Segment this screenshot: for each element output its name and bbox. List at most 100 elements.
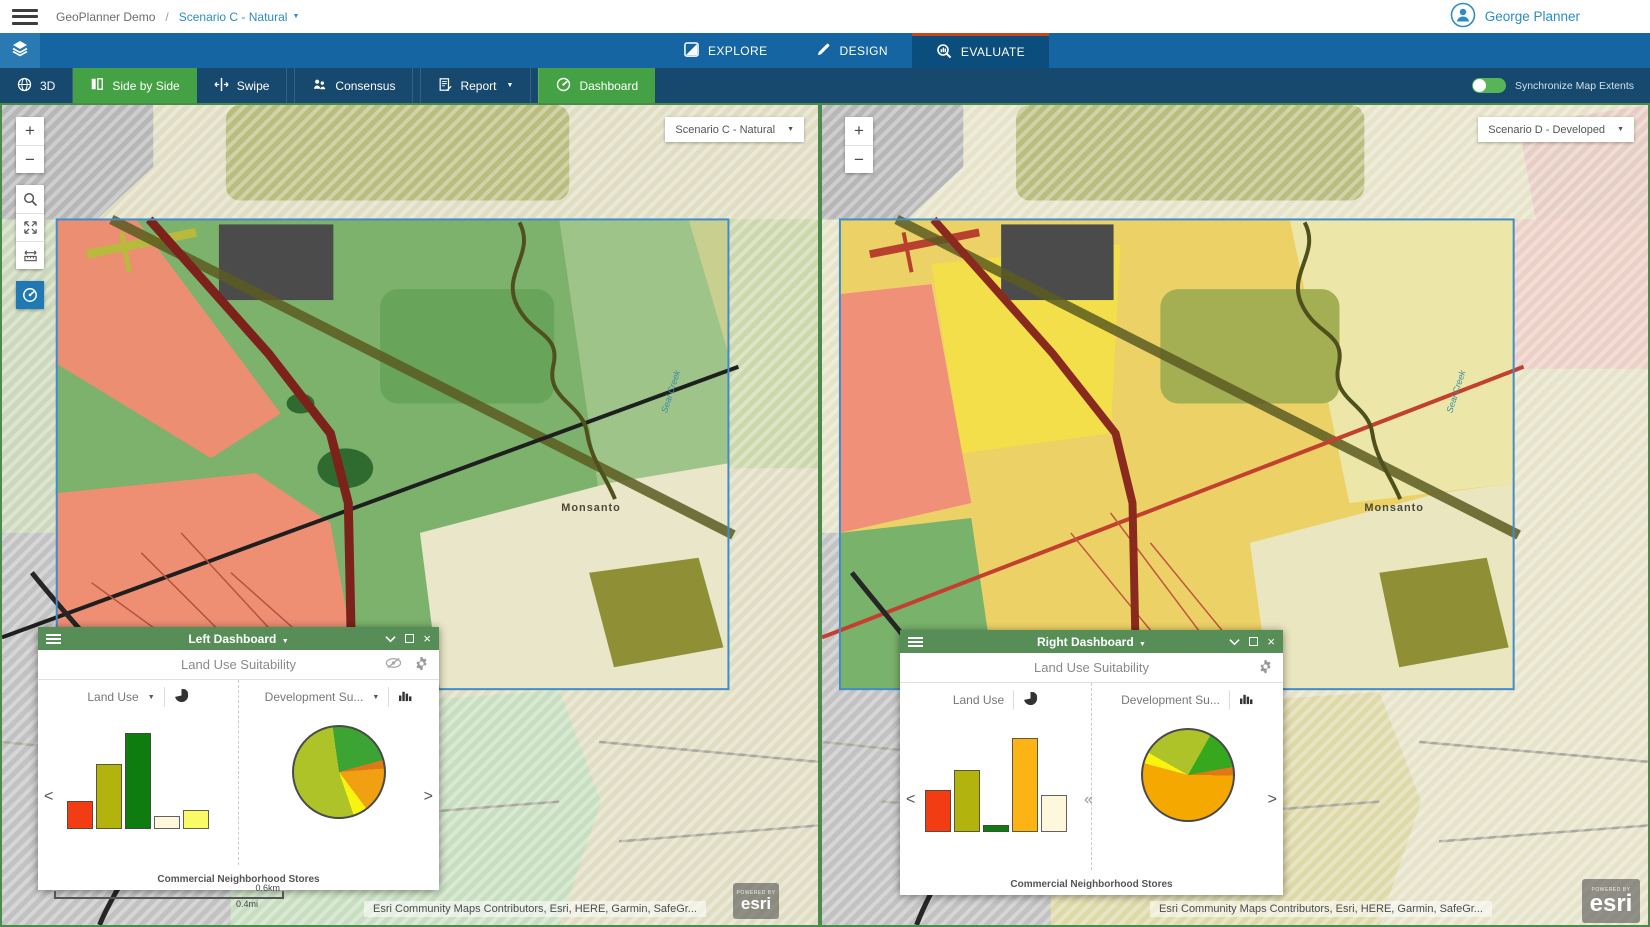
user-menu[interactable]: George Planner [1450,2,1580,31]
right-scenario-selector-label: Scenario D - Developed [1488,124,1605,136]
avatar-icon [1450,2,1476,31]
chevron-down-icon: ▼ [1139,641,1146,648]
pie-chart-toggle-icon[interactable] [174,688,189,706]
esri-logo: POWERED BY esri [733,883,779,919]
3d-button-label: 3D [40,79,55,93]
tab-evaluate[interactable]: EVALUATE [912,33,1049,68]
chevron-down-icon: ▼ [282,638,289,645]
right-dashboard-body: Land Use Development Su... < « [900,683,1283,870]
scale-km-label: 0.6km [54,883,284,893]
left-dashboard-panel[interactable]: Left Dashboard ▼ × Land Use Suitability [38,627,439,890]
tab-design-label: DESIGN [840,44,888,58]
chevron-down-icon: ▼ [507,82,514,89]
layers-icon [11,39,29,62]
swipe-button-label: Swipe [237,79,270,93]
next-indicator-chevron[interactable]: > [1268,791,1277,809]
right-dashboard-widget-header: Land Use Suitability [900,653,1283,683]
report-button[interactable]: Report ▼ [420,68,531,103]
panel-menu-icon[interactable] [908,637,923,647]
side-by-side-icon [90,77,104,94]
zoom-control: + − [16,117,44,173]
scale-mi-label: 0.4mi [54,899,284,909]
primary-nav-bar: EXPLORE DESIGN EVALUATE [0,33,1650,68]
consensus-people-icon [312,77,327,95]
right-map-view[interactable]: Monsanto Seal Creek + − Scenario D - Dev… [820,103,1650,927]
right-dashboard-panel[interactable]: Right Dashboard ▼ × Land Use Suitability [900,630,1283,895]
layers-button[interactable] [0,33,40,68]
close-icon[interactable]: × [423,632,431,645]
chevron-down-icon: ▼ [292,13,299,20]
widget-title: Land Use Suitability [1034,660,1149,675]
next-indicator-chevron[interactable]: > [424,788,433,806]
report-button-label: Report [460,79,496,93]
prev-indicator-chevron[interactable]: < [906,791,915,809]
chart-selector[interactable]: Development Su... [1121,693,1220,707]
swipe-icon [214,77,229,95]
left-map-view[interactable]: Monsanto Seal Creek + − Scenario C - Nat… [0,103,820,927]
hamburger-menu-icon[interactable] [12,9,38,25]
zoom-in-button[interactable]: + [845,117,873,145]
search-icon [23,192,38,207]
zoom-out-button[interactable]: − [845,145,873,173]
indicator-footer-label: Commercial Neighborhood Stores [900,879,1283,890]
close-icon[interactable]: × [1267,635,1275,648]
panel-menu-icon[interactable] [46,634,61,644]
land-use-bar-chart[interactable] [925,732,1067,832]
side-by-side-button[interactable]: Side by Side [73,68,196,103]
chart-selector[interactable]: Land Use [87,690,138,704]
chart-selector[interactable]: Land Use [953,693,1004,707]
zoom-control: + − [845,117,873,173]
tab-design[interactable]: DESIGN [792,33,912,68]
dashboard-button[interactable]: Dashboard [538,68,655,103]
gear-icon[interactable] [1258,659,1273,677]
scenario-breadcrumb-dropdown[interactable]: Scenario C - Natural ▼ [179,10,300,24]
left-dashboard-header[interactable]: Left Dashboard ▼ × [38,627,439,650]
tab-evaluate-label: EVALUATE [961,45,1025,59]
widget-title: Land Use Suitability [181,657,296,672]
tab-explore-label: EXPLORE [708,44,768,58]
maximize-icon[interactable] [1249,637,1258,646]
user-name: George Planner [1485,9,1580,24]
prev-indicator-chevron[interactable]: < [44,788,53,806]
app-header: GeoPlanner Demo / Scenario C - Natural ▼… [0,0,1650,33]
pencil-icon [816,42,831,60]
dashboard-tool-button[interactable] [16,281,44,309]
land-use-bar-chart[interactable] [67,729,209,829]
right-dashboard-header[interactable]: Right Dashboard ▼ × [900,630,1283,653]
consensus-button[interactable]: Consensus [294,68,413,103]
development-suitability-widget: Development Su... [1091,683,1283,870]
mode-tabs: EXPLORE DESIGN EVALUATE [660,33,1049,68]
tab-explore[interactable]: EXPLORE [660,33,792,68]
visibility-off-icon[interactable] [385,657,402,672]
search-button[interactable] [16,185,44,213]
full-extent-button[interactable] [16,213,44,241]
collapse-icon[interactable] [1229,638,1240,646]
chevron-down-icon[interactable]: ▼ [372,694,379,701]
development-suitability-pie-chart[interactable] [1141,728,1235,822]
bar-chart-toggle-icon[interactable] [1239,692,1254,708]
left-scenario-selector[interactable]: Scenario C - Natural ▼ [665,117,804,142]
chevron-down-icon: ▼ [787,126,794,133]
bar-chart-toggle-icon[interactable] [398,689,413,705]
chart-selector[interactable]: Development Su... [265,690,364,704]
right-dashboard-title[interactable]: Right Dashboard ▼ [900,635,1283,649]
right-scenario-selector[interactable]: Scenario D - Developed ▼ [1478,117,1634,142]
gear-icon[interactable] [414,656,429,674]
gauge-icon [22,287,38,303]
zoom-out-button[interactable]: − [16,145,44,173]
collapse-icon[interactable] [385,635,396,643]
left-dashboard-title[interactable]: Left Dashboard ▼ [38,632,439,646]
3d-button[interactable]: 3D [0,68,73,103]
chevron-down-icon: ▼ [1617,126,1624,133]
evaluate-icon [936,43,952,62]
pie-chart-toggle-icon[interactable] [1023,691,1038,709]
chevron-down-icon[interactable]: ▼ [148,694,155,701]
zoom-in-button[interactable]: + [16,117,44,145]
sync-extents-toggle[interactable] [1472,78,1506,93]
esri-logo: POWERED BY esri [1582,879,1640,923]
swipe-button[interactable]: Swipe [197,68,288,103]
collapse-left-chevron[interactable]: « [1084,791,1093,809]
maximize-icon[interactable] [405,634,414,643]
measure-button[interactable] [16,241,44,269]
development-suitability-pie-chart[interactable] [292,725,386,819]
